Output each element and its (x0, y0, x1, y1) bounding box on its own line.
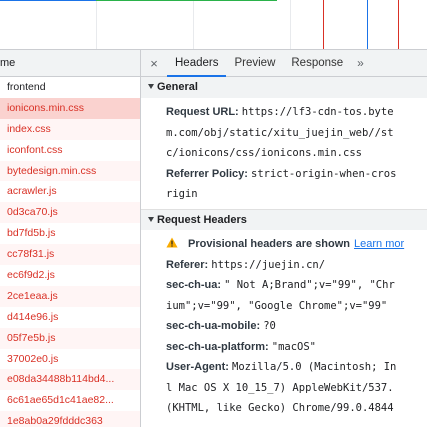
general-section-title: General (157, 81, 198, 93)
request-row[interactable]: 37002e0.js (0, 349, 140, 370)
user-agent-key: User-Agent: (166, 361, 229, 373)
name-column-header[interactable]: me (0, 50, 140, 77)
sec-ch-ua-platform-key: sec-ch-ua-platform: (166, 340, 269, 353)
request-url-key: Request URL: (166, 106, 239, 118)
sec-ch-ua-value: " Not A;Brand";v="99", "Chr (224, 279, 395, 291)
user-agent-value: Mozilla/5.0 (Macintosh; In (232, 361, 397, 373)
tab-response[interactable]: Response (283, 50, 351, 76)
referer-row: Referer: https://juejin.cn/ (166, 255, 427, 276)
referrer-policy-key: Referrer Policy: (166, 167, 248, 180)
referer-value: https://juejin.cn/ (211, 258, 326, 271)
request-row[interactable]: bytedesign.min.css (0, 160, 140, 182)
request-detail-panel: × Headers Preview Response » General Req… (141, 50, 427, 427)
request-url-value-cont: m.com/obj/static/xitu_juejin_web//st (166, 126, 394, 139)
request-row[interactable]: iconfont.css (0, 140, 140, 161)
warning-icon (166, 237, 178, 247)
request-row[interactable]: d414e96.js (0, 307, 140, 328)
sec-ch-ua-value-cont: ium";v="99", "Google Chrome";v="99" (166, 299, 388, 312)
request-headers-section: Request Headers Provisional headers are … (141, 208, 427, 423)
sec-ch-ua-row: sec-ch-ua: " Not A;Brand";v="99", "Chr (166, 275, 427, 296)
sec-ch-ua-platform-row: sec-ch-ua-platform: "macOS" (166, 337, 427, 358)
sec-ch-ua-platform-value: "macOS" (271, 340, 317, 353)
detail-tabbar: × Headers Preview Response » (141, 50, 427, 77)
request-row[interactable]: ec6f9d2.js (0, 265, 140, 286)
domcontentloaded-marker (367, 0, 368, 49)
network-overview[interactable] (0, 0, 427, 50)
general-section: General Request URL: https://lf3-cdn-tos… (141, 77, 427, 209)
provisional-headers-warning: Provisional headers are shown Learn mor (166, 234, 427, 255)
request-rows: frontend ionicons.min.css index.css iconfon… (0, 77, 140, 427)
general-section-toggle[interactable]: General (141, 77, 427, 98)
request-url-value: https://lf3-cdn-tos.byte (241, 106, 394, 118)
request-url-row: Request URL: https://lf3-cdn-tos.byte (166, 102, 427, 123)
close-icon[interactable]: × (141, 50, 167, 76)
learn-more-link[interactable]: Learn mor (354, 238, 404, 250)
overview-activity-bar (0, 0, 96, 1)
overview-gridline (193, 0, 194, 49)
sec-ch-ua-mobile-key: sec-ch-ua-mobile: (166, 320, 261, 332)
overview-gridline (96, 0, 97, 49)
request-row[interactable]: acrawler.js (0, 181, 140, 202)
request-row[interactable]: e08da34488b114bd4... (0, 369, 140, 391)
load-event-marker (323, 0, 324, 49)
request-list: me frontend ionicons.min.css index.css icon… (0, 50, 141, 427)
request-row[interactable]: 6c61ae65d1c41ae82... (0, 390, 140, 411)
referrer-policy-value: strict-origin-when-cros (251, 167, 397, 180)
tab-preview[interactable]: Preview (226, 50, 283, 76)
expanded-triangle-icon (148, 216, 154, 222)
name-column-label: me (0, 57, 16, 69)
request-row[interactable]: bd7fd5b.js (0, 223, 140, 244)
tab-headers[interactable]: Headers (167, 50, 227, 77)
expanded-triangle-icon (148, 84, 154, 89)
referrer-policy-row: Referrer Policy: strict-origin-when-cros (166, 164, 427, 185)
request-row[interactable]: cc78f31.js (0, 244, 140, 266)
request-headers-title: Request Headers (157, 213, 247, 226)
referrer-policy-value-cont: rigin (166, 188, 198, 200)
more-tabs-icon[interactable]: » (351, 50, 370, 76)
request-row[interactable]: 2ce1eaa.js (0, 285, 140, 307)
user-agent-row: User-Agent: Mozilla/5.0 (Macintosh; In (166, 357, 427, 378)
user-agent-value-cont: (KHTML, like Gecko) Chrome/99.0.4844 (166, 402, 394, 414)
request-row[interactable]: 1e8ab0a29fdddc363 (0, 411, 140, 427)
sec-ch-ua-mobile-value: ?0 (263, 320, 276, 332)
sec-ch-ua-key: sec-ch-ua: (166, 279, 222, 291)
warning-text: Provisional headers are shown (188, 237, 351, 250)
request-headers-section-toggle[interactable]: Request Headers (141, 208, 427, 230)
request-row[interactable]: 0d3ca70.js (0, 202, 140, 224)
request-row[interactable]: ionicons.min.css (0, 97, 140, 119)
referer-key: Referer: (166, 258, 209, 271)
request-row[interactable]: 05f7e5b.js (0, 327, 140, 349)
request-row[interactable]: frontend (0, 77, 140, 98)
sec-ch-ua-mobile-row: sec-ch-ua-mobile: ?0 (166, 316, 427, 337)
request-row[interactable]: index.css (0, 118, 140, 140)
request-url-value-cont: c/ionicons/css/ionicons.min.css (166, 147, 362, 159)
overview-gridline (290, 0, 291, 49)
load-event-marker (398, 0, 399, 49)
user-agent-value-cont: l Mac OS X 10_15_7) AppleWebKit/537. (166, 381, 394, 394)
